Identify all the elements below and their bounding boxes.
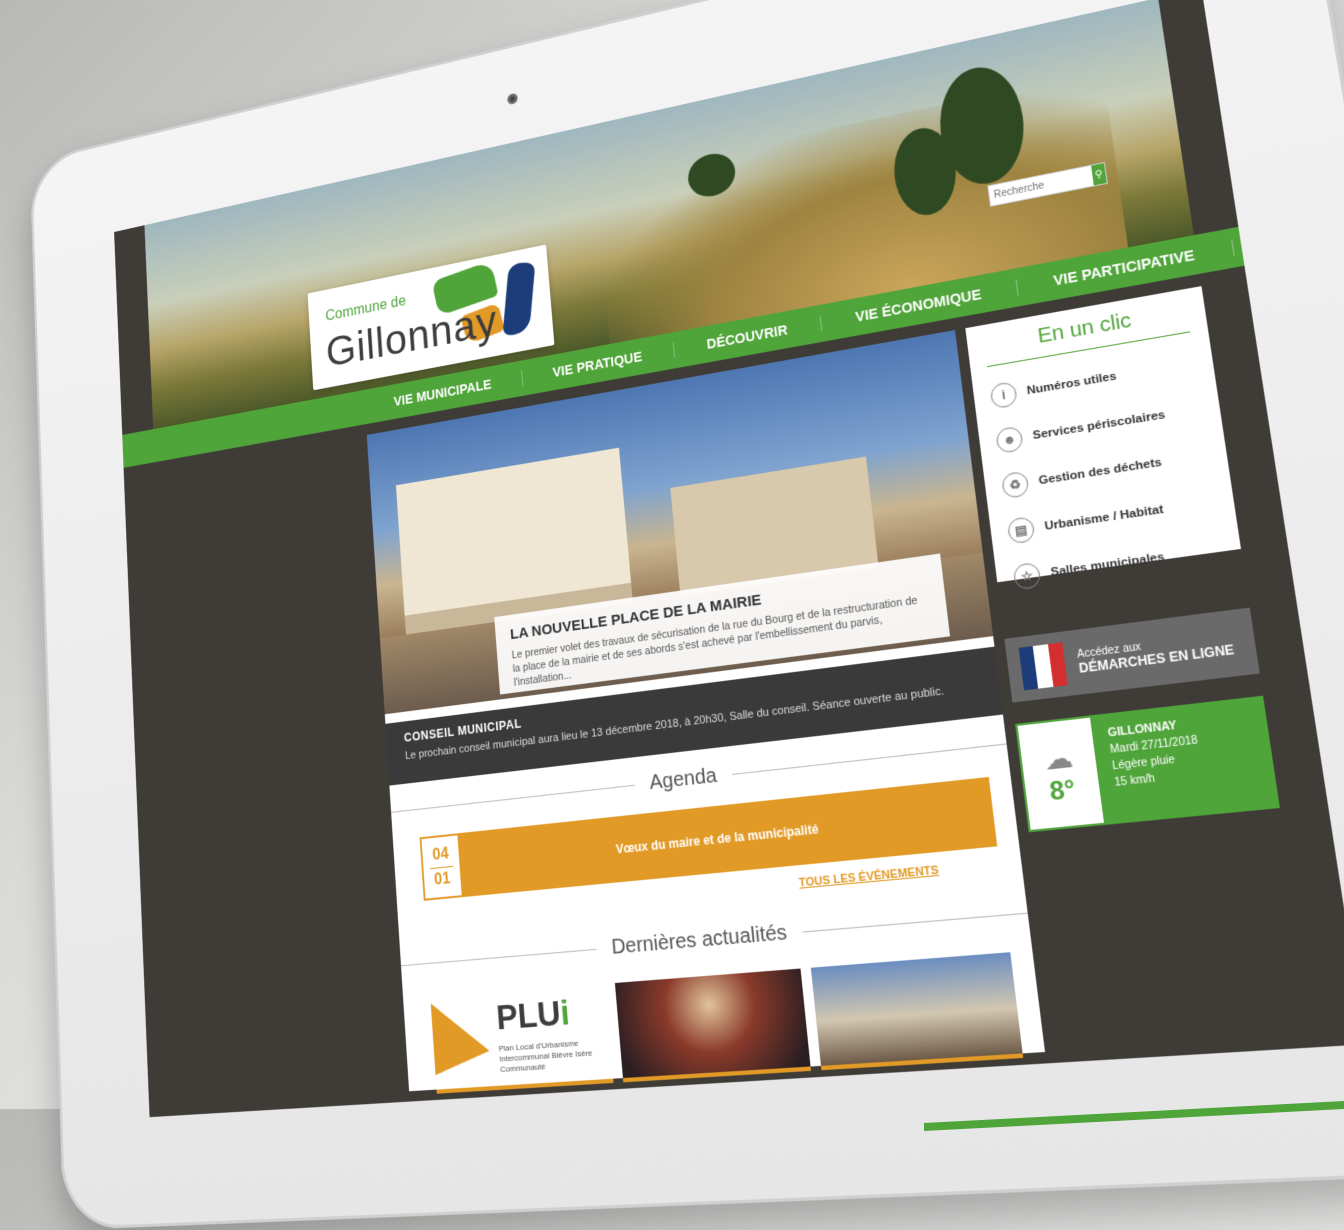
weather-details: GILLONNAY Mardi 27/11/2018 Légère pluie …: [1092, 696, 1280, 825]
website-page: ⚲ Commune de Gillonnay VIE MUNICIPALE VI…: [114, 0, 1344, 1117]
document-icon: ▤: [1006, 515, 1036, 545]
quicklink-label: Gestion des déchets: [1037, 456, 1163, 488]
plui-subtitle: Plan Local d'Urbanisme Intercommunal Biè…: [498, 1038, 593, 1075]
tablet-device: ⚲ Commune de Gillonnay VIE MUNICIPALE VI…: [29, 0, 1344, 1230]
event-date: 04 01: [419, 833, 464, 901]
news-card-plui[interactable]: PLUi Plan Local d'Urbanisme Intercommuna…: [430, 983, 614, 1094]
agenda-title: Agenda: [648, 764, 718, 795]
weather-widget: ☁ 8° GILLONNAY Mardi 27/11/2018 Légère p…: [1015, 695, 1280, 833]
screen: ⚲ Commune de Gillonnay VIE MUNICIPALE VI…: [114, 0, 1344, 1118]
en-un-clic-panel: En un clic i Numéros utiles ☻ Services pér…: [965, 286, 1241, 591]
marianne-flag-icon: [1018, 642, 1068, 691]
plui-triangle: [430, 999, 491, 1076]
green-accent-line: [924, 1069, 1344, 1109]
plui-logo: PLUi: [495, 993, 571, 1039]
date-divider: [429, 865, 454, 869]
rain-cloud-icon: ☁: [1041, 740, 1075, 776]
camera-icon: [506, 92, 519, 106]
logo-shape-blue: [502, 262, 536, 336]
main-content: LA NOUVELLE PLACE DE LA MAIRIE Le premie…: [366, 330, 1046, 1094]
news-card-place[interactable]: [811, 952, 1024, 1071]
event-day: 04: [431, 844, 450, 864]
event-month: 01: [433, 869, 451, 889]
weather-temp-box: ☁ 8°: [1015, 715, 1107, 833]
all-events-link[interactable]: TOUS LES ÉVÉNEMENTS: [798, 864, 939, 890]
news-card-theatre[interactable]: [614, 968, 812, 1083]
info-icon: i: [989, 380, 1018, 410]
news-title: Dernières actualités: [610, 921, 789, 960]
plui-i: i: [558, 992, 572, 1034]
people-icon: ☻: [995, 425, 1024, 455]
star-icon: ☆: [1012, 561, 1042, 591]
quicklink-label: Services périscolaires: [1032, 408, 1167, 443]
trash-icon: ♻: [1000, 470, 1030, 500]
quicklink-label: Urbanisme / Habitat: [1043, 503, 1165, 534]
quicklink-label: Salles municipales: [1049, 550, 1166, 580]
weather-temp: 8°: [1047, 774, 1078, 807]
demarches-en-ligne[interactable]: Accédez aux DÉMARCHES EN LIGNE: [1004, 607, 1260, 703]
plui-text: PLU: [495, 993, 563, 1038]
search-icon[interactable]: ⚲: [1091, 163, 1107, 186]
quicklink-label: Numéros utiles: [1026, 370, 1118, 398]
